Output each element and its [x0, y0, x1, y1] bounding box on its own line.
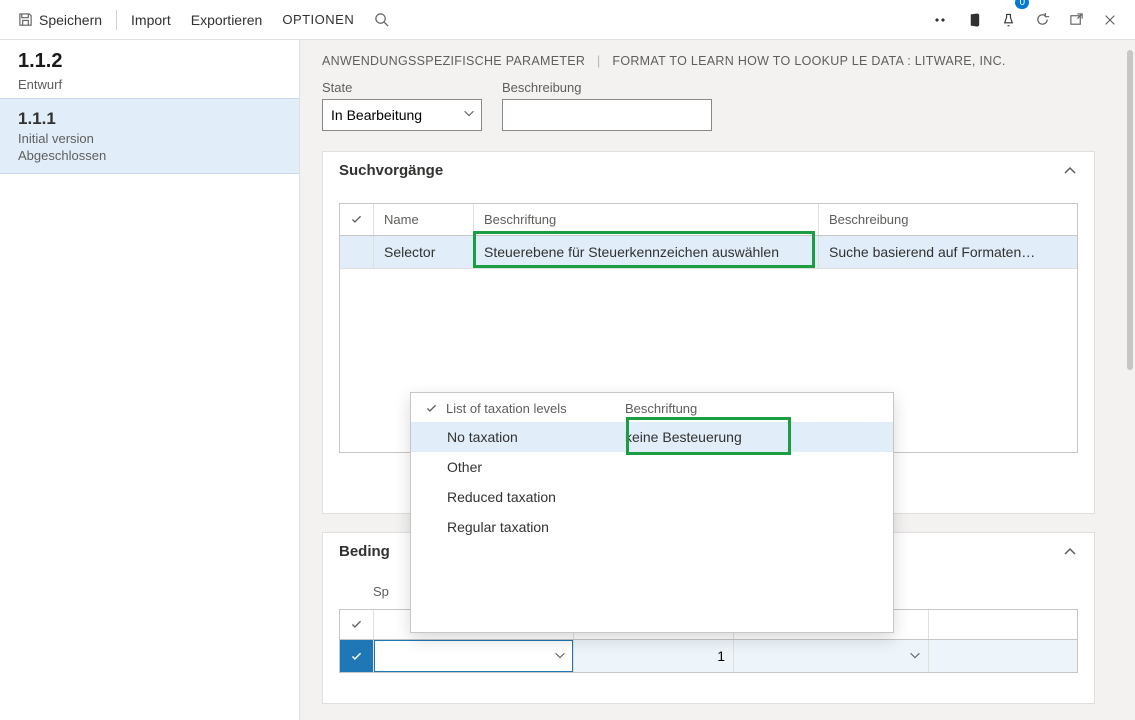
check-icon	[425, 402, 438, 415]
import-button[interactable]: Import	[121, 0, 181, 40]
flyout-row-a: Reduced taxation	[425, 489, 625, 505]
conditions-panel-title: Beding	[339, 543, 390, 560]
popout-button[interactable]	[1059, 0, 1093, 40]
state-field: State	[322, 80, 482, 131]
col-desc[interactable]: Beschreibung	[819, 204, 1077, 235]
breadcrumb: ANWENDUNGSSPEZIFISCHE PARAMETER | FORMAT…	[322, 50, 1095, 80]
flyout-row-b	[625, 489, 879, 505]
state-select[interactable]	[322, 99, 482, 131]
options-button[interactable]: OPTIONEN	[272, 0, 364, 40]
check-icon	[350, 650, 363, 663]
tag-icon	[1001, 12, 1016, 28]
version-sidebar: 1.1.2 Entwurf 1.1.1 Initial version Abge…	[0, 40, 300, 720]
flyout-row[interactable]: No taxation keine Besteuerung	[411, 422, 893, 452]
office-icon	[967, 12, 982, 28]
toolbar-separator	[116, 10, 117, 30]
notification-button[interactable]: 0	[991, 0, 1025, 40]
breadcrumb-b: FORMAT TO LEARN HOW TO LOOKUP LE DATA : …	[612, 54, 1005, 68]
refresh-icon	[1035, 12, 1050, 27]
sidebar-version-item[interactable]: 1.1.1 Initial version Abgeschlossen	[0, 98, 299, 174]
flyout-row[interactable]: Reduced taxation	[411, 482, 893, 512]
sidebar-item-line2: Abgeschlossen	[18, 148, 281, 163]
lookups-panel-header[interactable]: Suchvorgänge	[323, 152, 1094, 189]
row-desc: Suche basierend auf Formaten…	[819, 236, 1077, 268]
flyout-row-b: keine Besteuerung	[625, 429, 879, 445]
close-button[interactable]	[1093, 0, 1127, 40]
conditions-grid-row[interactable]	[340, 640, 1077, 672]
description-label: Beschreibung	[502, 80, 712, 95]
sidebar-item-version: 1.1.1	[18, 109, 281, 129]
breadcrumb-a: ANWENDUNGSSPEZIFISCHE PARAMETER	[322, 54, 585, 68]
cond-select-all[interactable]	[340, 610, 374, 639]
refresh-button[interactable]	[1025, 0, 1059, 40]
description-field: Beschreibung	[502, 80, 712, 131]
row-name: Selector	[374, 236, 474, 268]
flyout-row[interactable]: Regular taxation	[411, 512, 893, 542]
notification-badge: 0	[1015, 0, 1029, 9]
save-icon	[18, 12, 33, 27]
flyout-row-b	[625, 459, 879, 475]
cond-row-checkbox[interactable]	[340, 640, 374, 672]
lookups-grid-row[interactable]: Selector Steuerebene für Steuerkennzeich…	[340, 236, 1077, 269]
close-icon	[1103, 13, 1117, 27]
row-label: Steuerebene für Steuerkennzeichen auswäh…	[474, 236, 819, 268]
select-all-checkbox[interactable]	[340, 204, 374, 235]
check-icon	[350, 618, 363, 631]
chevron-up-icon	[1062, 163, 1078, 179]
row-checkbox[interactable]	[340, 236, 374, 268]
search-icon	[374, 12, 389, 27]
sidebar-current-version-number: 1.1.2	[18, 50, 281, 73]
check-icon	[350, 213, 363, 226]
chevron-up-icon	[1062, 544, 1078, 560]
export-button[interactable]: Exportieren	[181, 0, 273, 40]
popout-icon	[1069, 12, 1084, 27]
search-button[interactable]	[364, 0, 398, 40]
sidebar-current-version: 1.1.2 Entwurf	[0, 40, 299, 98]
scrollbar[interactable]	[1117, 40, 1135, 720]
link-icon-button[interactable]	[923, 0, 957, 40]
flyout-col-a[interactable]: List of taxation levels	[446, 401, 567, 416]
link-icon	[932, 12, 948, 28]
description-input[interactable]	[502, 99, 712, 131]
lookups-grid-header: Name Beschriftung Beschreibung	[340, 204, 1077, 236]
flyout-header: List of taxation levels Beschriftung	[411, 393, 893, 422]
office-icon-button[interactable]	[957, 0, 991, 40]
state-label: State	[322, 80, 482, 95]
col-name[interactable]: Name	[374, 204, 474, 235]
flyout-row-b	[625, 519, 879, 535]
lookups-panel-title: Suchvorgänge	[339, 162, 443, 179]
flyout-row-a: Other	[425, 459, 625, 475]
cond-lookup-input[interactable]	[374, 640, 573, 672]
save-button[interactable]: Speichern	[8, 0, 112, 40]
col-label[interactable]: Beschriftung	[474, 204, 819, 235]
scrollbar-thumb[interactable]	[1127, 50, 1133, 370]
sidebar-current-version-status: Entwurf	[18, 77, 281, 92]
save-label: Speichern	[39, 12, 102, 28]
flyout-col-b[interactable]: Beschriftung	[625, 401, 879, 416]
flyout-row[interactable]: Other	[411, 452, 893, 482]
sidebar-item-line1: Initial version	[18, 131, 281, 146]
toolbar: Speichern Import Exportieren OPTIONEN 0	[0, 0, 1135, 40]
cond-number-input[interactable]	[574, 640, 733, 672]
flyout-row-a: No taxation	[425, 429, 625, 445]
taxation-levels-flyout: List of taxation levels Beschriftung No …	[410, 392, 894, 633]
flyout-row-a: Regular taxation	[425, 519, 625, 535]
